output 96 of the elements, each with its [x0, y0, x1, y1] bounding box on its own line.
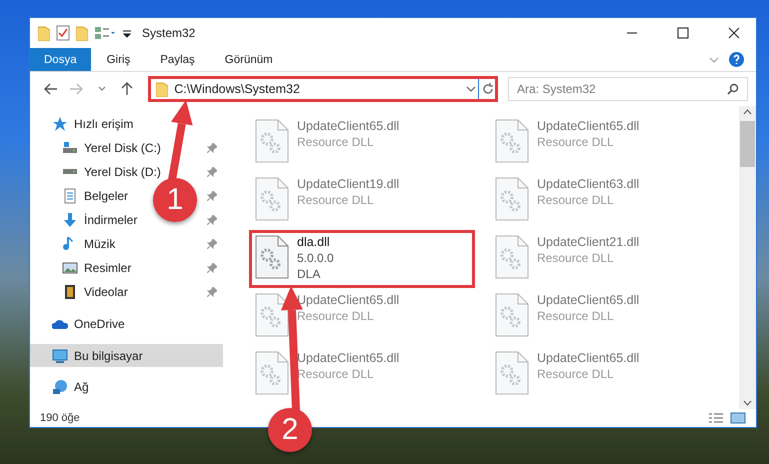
drive-icon [62, 140, 78, 156]
help-icon [729, 52, 744, 67]
address-bar[interactable]: C:\Windows\System32 [148, 76, 498, 102]
file-gear-icon [495, 351, 529, 395]
pin-icon [207, 167, 217, 177]
file-gear-icon [255, 235, 289, 279]
document-icon [62, 188, 78, 204]
file-detail: Resource DLL [537, 135, 615, 149]
file-gear-icon [255, 177, 289, 221]
file-gear-icon [495, 293, 529, 337]
file-name: UpdateClient65.dll [297, 293, 400, 307]
folder-icon [156, 81, 168, 97]
ribbon-tab[interactable]: Paylaş [146, 48, 209, 71]
address-path: C:\Windows\System32 [173, 82, 301, 96]
file-item[interactable]: UpdateClient65.dll Resource DLL [489, 114, 715, 172]
file-name: UpdateClient21.dll [537, 235, 640, 249]
file-gear-icon [495, 177, 529, 221]
step-number-badge: 2 [268, 408, 312, 452]
sidebar-item[interactable]: İndirmeler [84, 213, 138, 227]
file-name: UpdateClient65.dll [537, 351, 640, 365]
search-icon [727, 83, 740, 95]
file-name: UpdateClient65.dll [297, 119, 400, 133]
file-name: UpdateClient63.dll [537, 177, 640, 191]
file-detail: Resource DLL [537, 193, 615, 207]
sidebar-item[interactable]: Yerel Disk (C:) [84, 141, 161, 155]
sidebar-item[interactable]: Ağ [74, 380, 89, 394]
file-detail: Resource DLL [297, 135, 375, 149]
folder-icon [38, 25, 50, 41]
scroll-thumb[interactable] [740, 121, 755, 167]
file-item[interactable]: UpdateClient65.dll Resource DLL [489, 288, 715, 346]
file-detail: Resource DLL [297, 309, 375, 323]
file-gear-icon [255, 293, 289, 337]
details-view-icon [708, 412, 724, 424]
up-arrow-icon [121, 82, 134, 96]
file-detail: 5.0.0.0 [297, 251, 334, 265]
close-icon [728, 27, 740, 39]
chevron-down-icon [709, 56, 719, 64]
file-item[interactable]: UpdateClient65.dll Resource DLL [489, 346, 715, 404]
scrollbar[interactable] [739, 106, 756, 409]
pin-icon [207, 263, 217, 273]
maximize-icon [676, 27, 688, 39]
sidebar-item[interactable]: Müzik [84, 237, 116, 251]
view-menu-icon [94, 25, 116, 41]
window-title: System32 [141, 26, 196, 40]
pin-icon [207, 191, 217, 201]
file-gear-icon [495, 119, 529, 163]
item-count: 190 öğe [40, 412, 81, 424]
file-detail: Resource DLL [297, 193, 375, 207]
file-item[interactable]: UpdateClient21.dll Resource DLL [489, 230, 715, 288]
large-icons-view-icon [730, 412, 746, 424]
sidebar-item[interactable]: Yerel Disk (D:) [84, 165, 161, 179]
sidebar-item[interactable]: Bu bilgisayar [74, 348, 143, 362]
file-detail: DLA [297, 267, 322, 281]
file-name: dla.dll [297, 235, 331, 249]
right-arrow-icon [69, 83, 84, 95]
network-icon [52, 379, 68, 395]
star-icon [52, 116, 68, 132]
file-gear-icon [255, 119, 289, 163]
pin-icon [207, 239, 217, 249]
pin-icon [207, 143, 217, 153]
ribbon-tab[interactable]: Dosya [30, 48, 91, 71]
ribbon-tab[interactable]: Görünüm [210, 48, 287, 71]
pin-icon [207, 287, 217, 297]
ribbon-tab[interactable]: Giriş [92, 48, 144, 71]
file-name: UpdateClient65.dll [537, 293, 640, 307]
sidebar-item[interactable]: Hızlı erişim [74, 117, 134, 131]
chevron-down-icon [98, 86, 106, 92]
refresh-icon [481, 82, 496, 96]
file-detail: Resource DLL [537, 309, 615, 323]
sidebar-item[interactable]: Videolar [84, 285, 128, 299]
file-item[interactable]: UpdateClient65.dll Resource DLL [249, 288, 475, 346]
file-name: UpdateClient65.dll [537, 119, 640, 133]
film-icon [62, 284, 78, 300]
file-name: UpdateClient19.dll [297, 177, 400, 191]
down-arrow-icon [62, 212, 78, 228]
file-gear-icon [495, 235, 529, 279]
search-field[interactable]: Ara: System32 [508, 77, 748, 101]
file-gear-icon [255, 351, 289, 395]
sidebar-item[interactable]: Resimler [84, 261, 132, 275]
pin-icon [207, 215, 217, 225]
sidebar-item[interactable]: OneDrive [74, 317, 125, 331]
file-item[interactable]: UpdateClient65.dll Resource DLL [249, 114, 475, 172]
properties-icon [56, 25, 70, 41]
file-item[interactable]: UpdateClient19.dll Resource DLL [249, 172, 475, 230]
file-item[interactable]: UpdateClient63.dll Resource DLL [489, 172, 715, 230]
picture-icon [62, 260, 78, 276]
file-detail: Resource DLL [537, 251, 615, 265]
chevron-down-icon [466, 85, 476, 93]
drive-icon [62, 169, 78, 175]
left-arrow-icon [44, 83, 58, 95]
folder-icon [76, 25, 88, 41]
file-detail: Resource DLL [537, 367, 615, 381]
file-item[interactable]: dla.dll 5.0.0.0 DLA [249, 230, 475, 288]
file-name: UpdateClient65.dll [297, 351, 400, 365]
sidebar-item[interactable]: Belgeler [84, 189, 128, 203]
monitor-icon [52, 348, 68, 364]
